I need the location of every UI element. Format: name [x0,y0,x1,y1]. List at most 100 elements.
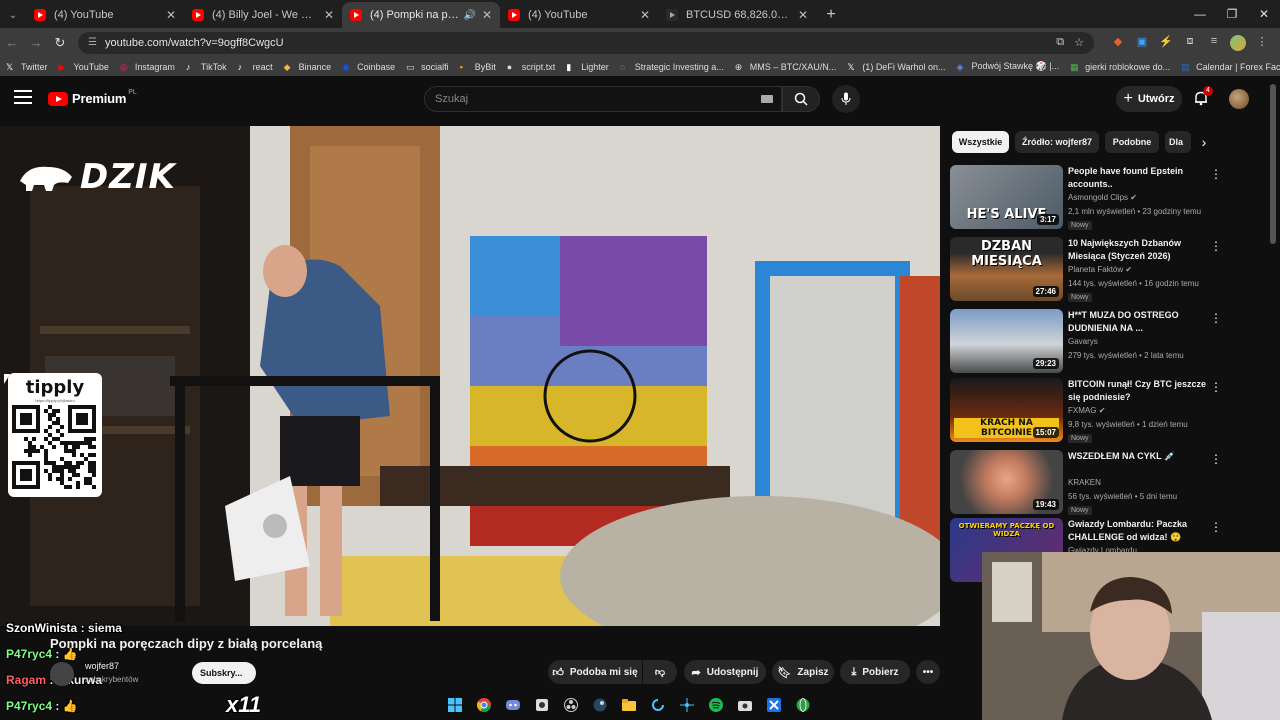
more-vert-icon[interactable]: ⋮ [1210,520,1222,534]
sidebar-scrollbar[interactable] [1270,84,1276,244]
more-vert-icon[interactable]: ⋮ [1210,311,1222,325]
file-explorer-icon[interactable] [614,695,643,715]
bookmark-item[interactable]: ◎ Instagram [120,62,175,72]
more-vert-icon[interactable]: ⋮ [1210,239,1222,253]
bookmark-item[interactable]: ▤ Calendar | Forex Fac... [1181,62,1280,72]
recommended-video[interactable]: DZBAN MIESIĄCA 27:46 10 Największych Dzb… [950,237,1230,303]
recommended-video[interactable]: HE'S ALIVE 3:17 People have found Epstei… [950,165,1230,231]
video-player[interactable] [0,126,940,626]
filter-chip-all[interactable]: Wszystkie [952,131,1009,153]
spotify-icon[interactable] [701,695,730,715]
video-title[interactable]: 10 Największych Dzbanów Miesiąca (Stycze… [1068,237,1210,263]
restore-icon[interactable]: ❐ [1216,7,1248,21]
browser-tab[interactable]: (4) YouTube ✕ [26,2,184,28]
chrome-menu-icon[interactable]: ⋮ [1250,35,1274,51]
filter-chip-for-you[interactable]: Dla [1165,131,1191,153]
voice-search-button[interactable] [832,85,860,113]
like-button[interactable]: 👍︎ Podoba mi się [548,660,642,684]
steam-icon[interactable] [585,695,614,715]
youtube-logo[interactable]: Premium PL [48,89,137,106]
channel-name[interactable]: FXMAG ✔ [1068,406,1105,415]
address-bar[interactable]: ☰ youtube.com/watch?v=9ogff8CwgcU ⧉ ☆ [78,31,1094,54]
dislike-button[interactable]: 👎︎ [643,660,677,684]
recommended-video[interactable]: 29:23 H**T MUZA DO OSTREGO DUDNIENIA NA … [950,309,1230,375]
channel-name[interactable]: KRAKEN [1068,478,1101,487]
reload-icon[interactable]: ↻ [48,35,72,51]
x-app-icon[interactable] [759,695,788,715]
menu-icon[interactable] [14,90,32,104]
bookmark-item[interactable]: ▦ gierki roblokowe do... [1070,62,1170,72]
save-button[interactable]: 🔖︎ Zapisz [772,660,834,684]
chevron-right-icon[interactable]: › [1196,132,1212,152]
close-window-icon[interactable]: ✕ [1248,7,1280,21]
forward-icon[interactable]: → [24,35,48,50]
video-thumbnail[interactable]: DZBAN MIESIĄCA 27:46 [950,237,1063,301]
video-title[interactable]: WSZEDŁEM NA CYKL 💉 [1068,450,1210,463]
discord-icon[interactable] [498,695,527,715]
extensions-puzzle-icon[interactable]: ⧈ [1178,35,1202,51]
channel-name[interactable]: Asmongold Clips ✔ [1068,193,1137,202]
browser-tab[interactable]: BTCUSD 68,826.07 ▼ −2.3% Bearish ✕ [658,2,816,28]
video-thumbnail[interactable]: KRACH NA BITCOINIE 15:07 [950,378,1063,442]
chrome-icon[interactable] [469,695,498,715]
new-tab-button[interactable]: + [816,2,846,28]
more-actions-button[interactable]: ••• [916,660,940,684]
more-vert-icon[interactable]: ⋮ [1210,380,1222,394]
notifications-button[interactable]: 4 [1193,86,1213,108]
video-thumbnail[interactable]: 29:23 [950,309,1063,373]
bookmark-item[interactable]: 𝕏 (1) DeFi Warhol on... [847,62,945,72]
keyboard-icon[interactable] [761,95,773,103]
search-button[interactable] [782,86,820,112]
url-text[interactable]: youtube.com/watch?v=9ogff8CwgcU [105,37,1046,49]
close-tab-icon[interactable]: ✕ [482,8,492,22]
bookmark-star-icon[interactable]: ☆ [1074,36,1084,49]
bookmark-item[interactable]: ▶ YouTube [59,62,109,72]
refresh-app-icon[interactable] [643,695,672,715]
obs-icon[interactable] [527,695,556,715]
video-title[interactable]: H**T MUZA DO OSTREGO DUDNIENIA NA ... [1068,309,1210,335]
extension-blue-icon[interactable]: ▣ [1130,35,1154,51]
browser-tab[interactable]: (4) YouTube ✕ [500,2,658,28]
more-vert-icon[interactable]: ⋮ [1210,167,1222,181]
install-app-icon[interactable]: ⧉ [1056,36,1064,49]
minimize-icon[interactable]: — [1184,7,1216,21]
extension-translate-icon[interactable]: ⚡ [1154,35,1178,51]
bookmark-item[interactable]: ⊕ MMS – BTC/XAU/N... [735,62,837,72]
site-info-icon[interactable]: ☰ [88,37,97,48]
channel-name[interactable]: Gavarys [1068,337,1098,346]
close-tab-icon[interactable]: ✕ [324,8,334,22]
video-title[interactable]: Gwiazdy Lombardu: Paczka CHALLENGE od wi… [1068,518,1210,544]
share-button[interactable]: ➦ Udostępnij [684,660,766,684]
video-thumbnail[interactable]: 19:43 [950,450,1063,514]
windows-start-icon[interactable] [440,695,469,715]
recommended-video[interactable]: 19:43 WSZEDŁEM NA CYKL 💉 KRAKEN 56 tys. … [950,450,1230,516]
bookmark-item[interactable]: ▪ ByBit [460,62,496,72]
bookmark-item[interactable]: ◌ Strategic Investing a... [620,62,724,72]
network-app-icon[interactable] [672,695,701,715]
bookmark-item[interactable]: ▭ socialfi [406,62,449,72]
close-tab-icon[interactable]: ✕ [640,8,650,22]
browser-tab-active[interactable]: (4) Pompki na poręczach dipy z białą por… [342,2,500,28]
more-vert-icon[interactable]: ⋮ [1210,452,1222,466]
video-title[interactable]: BITCOIN runął! Czy BTC jeszcze się podni… [1068,378,1210,404]
bookmark-item[interactable]: ◉ Coinbase [342,62,395,72]
tab-search-button[interactable]: ⌄ [0,2,26,28]
filter-chip-source[interactable]: Źródło: wojfer87 [1015,131,1099,153]
create-button[interactable]: + Utwórz [1116,86,1182,112]
filter-chip-similar[interactable]: Podobne [1105,131,1159,153]
channel-name[interactable]: Planeta Faktów ✔ [1068,265,1132,274]
download-button[interactable]: ⤓ Pobierz [840,660,910,684]
media-control-icon[interactable]: ≡ [1202,35,1226,51]
close-tab-icon[interactable]: ✕ [166,8,176,22]
search-input[interactable]: Szukaj [424,86,782,112]
speaker-icon[interactable]: 🔊 [463,10,475,21]
video-thumbnail[interactable]: HE'S ALIVE 3:17 [950,165,1063,229]
video-title[interactable]: People have found Epstein accounts.. [1068,165,1210,191]
globe-app-icon[interactable] [788,695,817,715]
channel-avatar[interactable] [50,662,74,686]
bookmark-item[interactable]: 𝕏 Twitter [6,62,48,72]
channel-name[interactable]: wojfer87 [85,661,119,671]
close-tab-icon[interactable]: ✕ [798,8,808,22]
browser-tab[interactable]: (4) Billy Joel - We Didn't Start The Fir… [184,2,342,28]
bookmark-item[interactable]: ● script.txt [507,62,556,72]
